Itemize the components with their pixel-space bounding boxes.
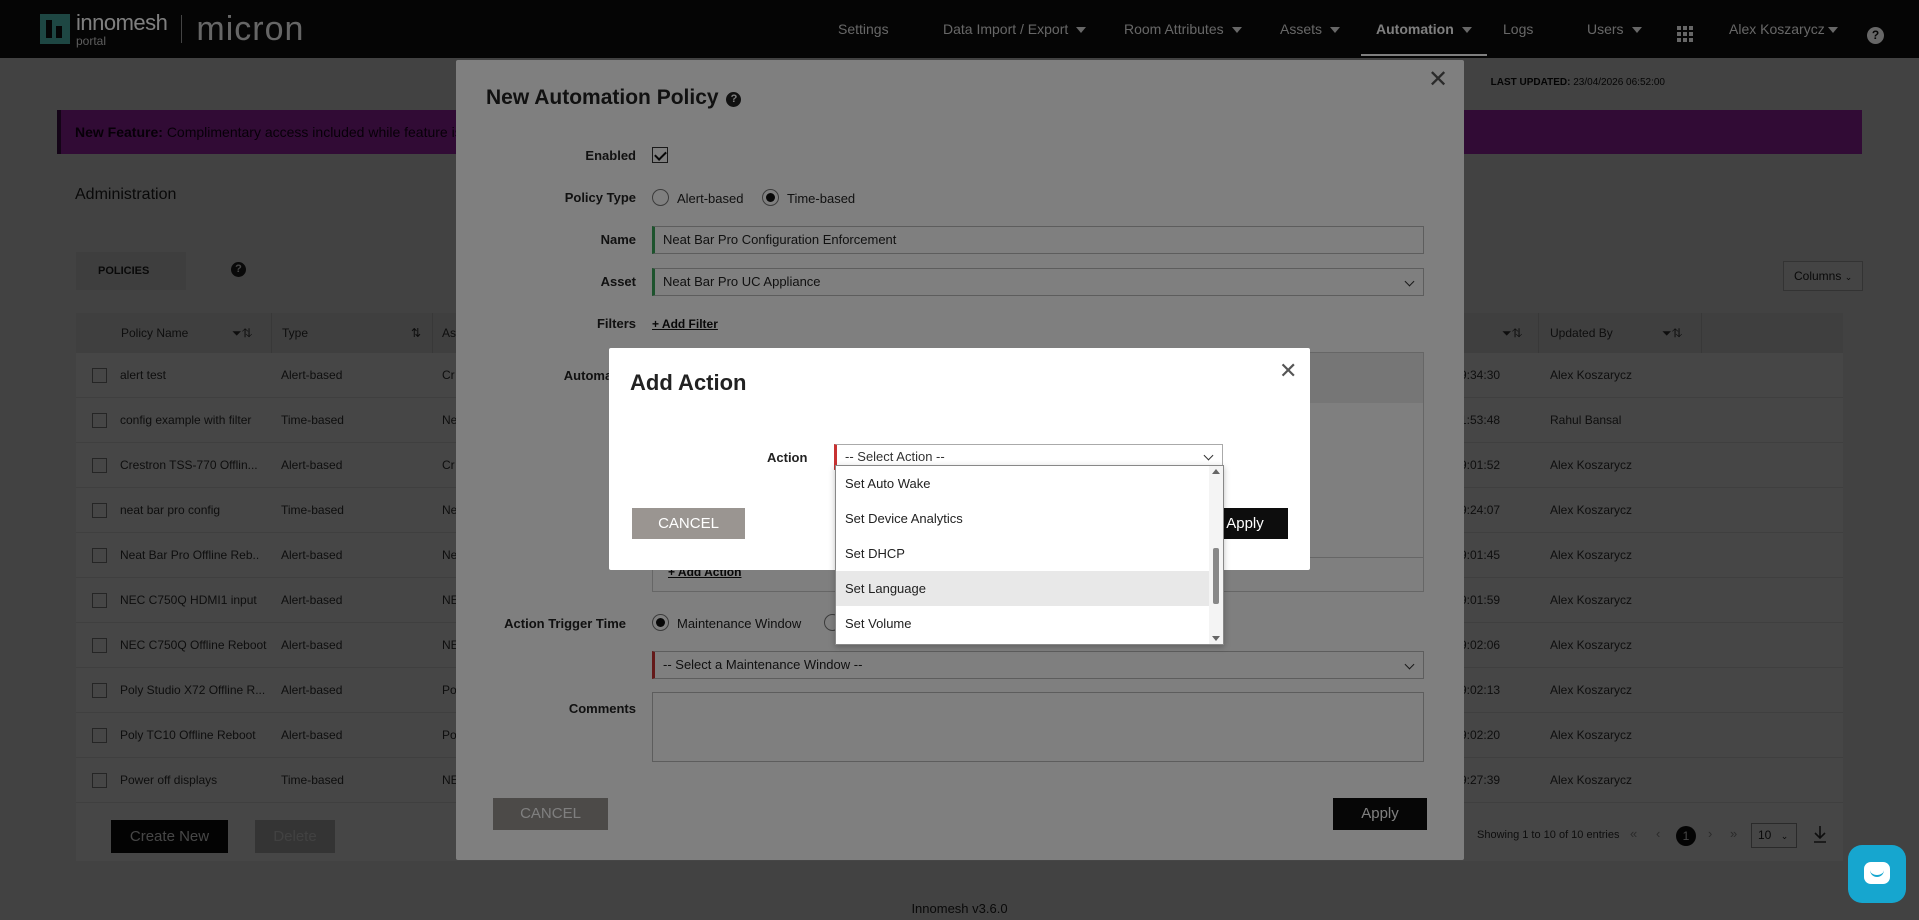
label-action: Action	[767, 450, 808, 465]
cancel-button[interactable]: CANCEL	[632, 508, 745, 539]
chevron-down-icon	[1203, 450, 1214, 461]
scrollbar-thumb[interactable]	[1213, 548, 1219, 604]
close-icon[interactable]: ✕	[1279, 360, 1297, 382]
dropdown-option[interactable]: Set DHCP	[836, 536, 1211, 571]
chat-icon	[1864, 862, 1890, 884]
chat-widget-button[interactable]	[1848, 845, 1906, 903]
scroll-down-icon[interactable]	[1212, 636, 1220, 641]
modal-title: Add Action	[630, 370, 747, 395]
dropdown-option-highlighted[interactable]: Set Language	[836, 571, 1211, 606]
scroll-up-icon[interactable]	[1212, 469, 1220, 474]
action-dropdown-list: Set Auto Wake Set Device Analytics Set D…	[835, 465, 1224, 645]
dropdown-scrollbar[interactable]	[1209, 466, 1223, 644]
dropdown-option[interactable]: Set Auto Wake	[836, 466, 1211, 501]
dropdown-option[interactable]: Set Volume	[836, 606, 1211, 641]
dropdown-option[interactable]: Set Device Analytics	[836, 501, 1211, 536]
